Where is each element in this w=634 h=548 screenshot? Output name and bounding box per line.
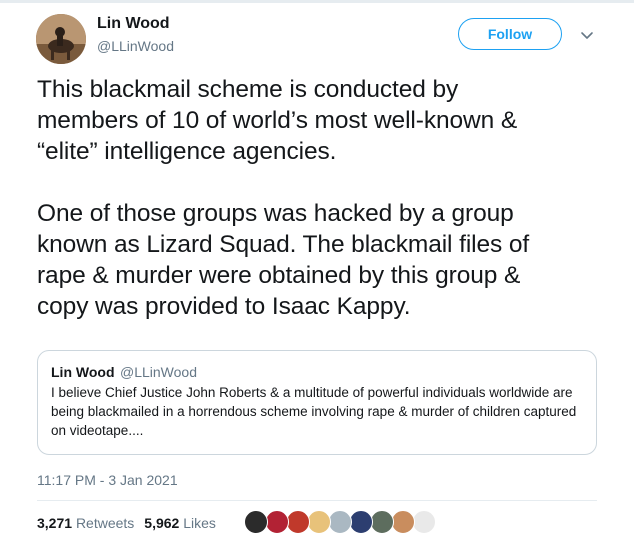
avatar-woman-icon[interactable] — [391, 510, 415, 534]
avatar-blue-dark-icon[interactable] — [349, 510, 373, 534]
avatar-red-logo-icon[interactable] — [286, 510, 310, 534]
retweets-count: 3,271 — [37, 515, 73, 531]
tweet-text: This blackmail scheme is conducted by me… — [37, 76, 530, 320]
engagement-stats: 3,271 Retweets 5,962 Likes — [37, 515, 216, 531]
divider — [37, 500, 597, 501]
top-divider — [0, 0, 634, 3]
author-name[interactable]: Lin Wood — [97, 15, 170, 33]
retweets-stat[interactable]: 3,271 Retweets — [37, 515, 134, 531]
retweets-label: Retweets — [75, 515, 135, 531]
quoted-tweet-text: I believe Chief Justice John Roberts & a… — [51, 385, 577, 438]
avatar-dark-badge-icon[interactable] — [244, 510, 268, 534]
quoted-tweet[interactable]: Lin Wood @LLinWood I believe Chief Justi… — [37, 350, 597, 455]
quoted-author-handle: @LLinWood — [120, 364, 197, 380]
avatar[interactable] — [36, 14, 86, 64]
avatar-flag-icon[interactable] — [265, 510, 289, 534]
quoted-author-name: Lin Wood — [51, 364, 115, 380]
liker-avatars — [244, 510, 436, 534]
likes-label: Likes — [183, 515, 216, 531]
chevron-down-icon[interactable] — [580, 28, 594, 42]
author-handle[interactable]: @LLinWood — [97, 38, 174, 54]
avatar-horse-rider-icon — [36, 14, 86, 64]
avatar-panda-icon[interactable] — [412, 510, 436, 534]
likes-stat[interactable]: 5,962 Likes — [144, 515, 216, 531]
likes-count: 5,962 — [144, 515, 180, 531]
follow-button[interactable]: Follow — [458, 18, 562, 50]
avatar-blonde-icon[interactable] — [307, 510, 331, 534]
avatar-landscape-icon[interactable] — [370, 510, 394, 534]
avatar-default-icon[interactable] — [328, 510, 352, 534]
timestamp[interactable]: 11:17 PM - 3 Jan 2021 — [37, 472, 178, 488]
